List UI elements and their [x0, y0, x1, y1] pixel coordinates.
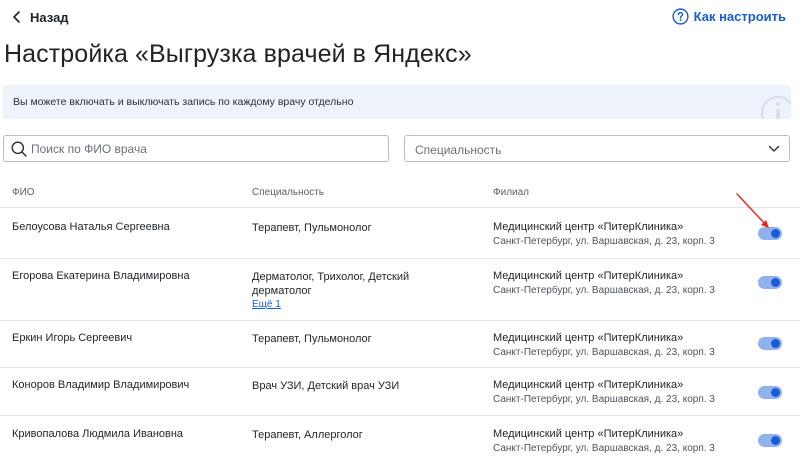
doctor-specialty: Дерматолог, Трихолог, Детский дерматолог…	[252, 270, 432, 312]
search-input[interactable]	[31, 137, 381, 160]
top-bar: Назад Как настроить	[0, 0, 800, 36]
info-text: Вы можете включать и выключать запись по…	[13, 96, 354, 108]
doctor-specialty: Врач УЗИ, Детский врач УЗИ	[252, 379, 452, 393]
branch-name: Медицинский центр «ПитерКлиника»	[493, 270, 684, 282]
specialty-select[interactable]: Специальность	[404, 135, 790, 162]
toggle-knob	[771, 339, 780, 348]
column-header-name: ФИО	[12, 187, 35, 198]
branch-address: Санкт-Петербург, ул. Варшавская, д. 23, …	[493, 236, 715, 247]
export-toggle[interactable]	[758, 276, 782, 289]
page-title: Настройка «Выгрузка врачей в Яндекс»	[4, 40, 472, 68]
info-icon	[761, 96, 791, 119]
specialty-text: Терапевт, Пульмонолог	[252, 333, 372, 345]
column-header-branch: Филиал	[493, 187, 530, 198]
show-more-link[interactable]: Ещё 1	[252, 298, 432, 312]
branch-address: Санкт-Петербург, ул. Варшавская, д. 23, …	[493, 394, 715, 405]
branch-name: Медицинский центр «ПитерКлиника»	[493, 379, 684, 391]
branch-address: Санкт-Петербург, ул. Варшавская, д. 23, …	[493, 443, 715, 454]
info-banner: Вы можете включать и выключать запись по…	[3, 85, 791, 119]
export-toggle[interactable]	[758, 386, 782, 399]
doctor-name: Еркин Игорь Сергеевич	[12, 332, 133, 344]
doctor-specialty: Терапевт, Аллерголог	[252, 428, 452, 442]
table-row: Коноров Владимир Владимирович Врач УЗИ, …	[0, 368, 800, 416]
branch-address: Санкт-Петербург, ул. Варшавская, д. 23, …	[493, 347, 715, 358]
doctor-branch: Медицинский центр «ПитерКлиника» Санкт-П…	[493, 270, 715, 296]
table-row: Егорова Екатерина Владимировна Дерматоло…	[0, 259, 800, 321]
help-label: Как настроить	[693, 9, 786, 24]
search-field[interactable]	[3, 135, 389, 162]
toggle-knob	[771, 436, 780, 445]
toggle-knob	[771, 278, 780, 287]
specialty-text: Терапевт, Пульмонолог	[252, 222, 372, 234]
specialty-text: Терапевт, Аллерголог	[252, 429, 363, 441]
doctor-branch: Медицинский центр «ПитерКлиника» Санкт-П…	[493, 428, 715, 454]
search-icon	[11, 141, 27, 157]
branch-name: Медицинский центр «ПитерКлиника»	[493, 221, 684, 233]
branch-name: Медицинский центр «ПитерКлиника»	[493, 428, 684, 440]
doctor-branch: Медицинский центр «ПитерКлиника» Санкт-П…	[493, 379, 715, 405]
table-header: ФИО Специальность Филиал	[0, 180, 800, 208]
question-circle-icon	[672, 8, 689, 25]
doctor-branch: Медицинский центр «ПитерКлиника» Санкт-П…	[493, 221, 715, 247]
doctor-name: Егорова Екатерина Владимировна	[12, 270, 190, 282]
back-label: Назад	[30, 9, 69, 25]
chevron-down-icon	[768, 145, 780, 152]
export-toggle[interactable]	[758, 434, 782, 447]
chevron-left-icon	[13, 11, 20, 23]
specialty-select-value: Специальность	[415, 143, 502, 157]
help-link[interactable]: Как настроить	[672, 8, 786, 25]
toggle-knob	[771, 388, 780, 397]
export-toggle[interactable]	[758, 337, 782, 350]
table-row: Еркин Игорь Сергеевич Терапевт, Пульмоно…	[0, 321, 800, 368]
specialty-text: Врач УЗИ, Детский врач УЗИ	[252, 380, 400, 392]
table-row: Белоусова Наталья Сергеевна Терапевт, Пу…	[0, 208, 800, 259]
column-header-specialty: Специальность	[252, 187, 324, 198]
doctor-name: Коноров Владимир Владимирович	[12, 379, 190, 391]
doctor-specialty: Терапевт, Пульмонолог	[252, 221, 452, 235]
specialty-text: Дерматолог, Трихолог, Детский дерматолог	[252, 271, 410, 297]
branch-name: Медицинский центр «ПитерКлиника»	[493, 332, 684, 344]
back-button[interactable]: Назад	[10, 9, 69, 25]
doctor-name: Кривопалова Людмила Ивановна	[12, 428, 184, 440]
doctor-specialty: Терапевт, Пульмонолог	[252, 332, 452, 346]
table-row: Кривопалова Людмила Ивановна Терапевт, А…	[0, 416, 800, 466]
branch-address: Санкт-Петербург, ул. Варшавская, д. 23, …	[493, 285, 715, 296]
doctor-branch: Медицинский центр «ПитерКлиника» Санкт-П…	[493, 332, 715, 358]
red-arrow-icon	[736, 193, 769, 228]
doctor-name: Белоусова Наталья Сергеевна	[12, 221, 170, 233]
